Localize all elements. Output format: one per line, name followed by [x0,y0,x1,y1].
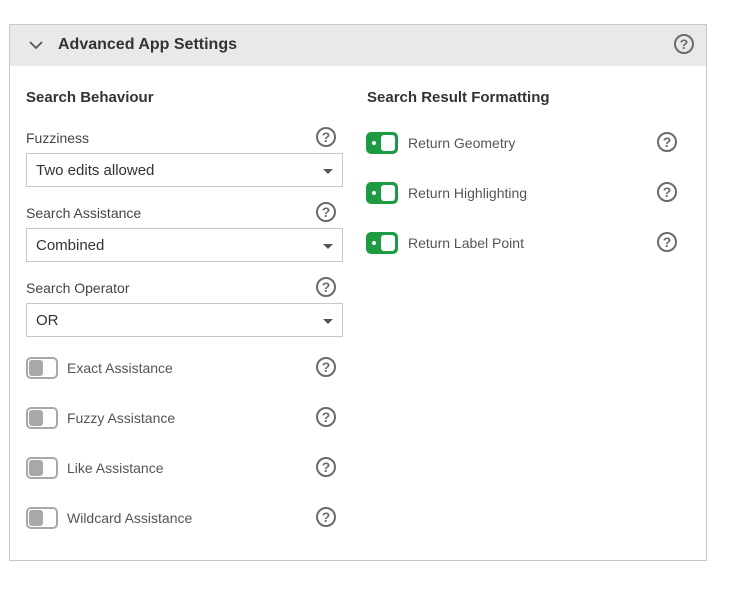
caret-down-icon [323,319,333,324]
wildcard-assistance-help[interactable]: ? [316,507,336,527]
question-circle-icon[interactable]: ? [316,357,336,377]
panel-title: Advanced App Settings [58,36,237,53]
question-circle-icon[interactable]: ? [316,127,336,147]
fuzzy-assistance-help[interactable]: ? [316,407,336,427]
search-behaviour-title: Search Behaviour [26,89,154,106]
fuzzy-assistance-toggle[interactable] [26,407,58,429]
question-circle-icon[interactable]: ? [316,457,336,477]
return-label-point-toggle[interactable] [366,232,398,254]
fuzziness-select[interactable]: Two edits allowed [26,153,343,187]
search-assistance-value: Combined [36,237,105,254]
search-assistance-help[interactable]: ? [316,202,336,222]
exact-assistance-label: Exact Assistance [67,360,173,376]
question-circle-icon[interactable]: ? [316,277,336,297]
caret-down-icon [323,244,333,249]
like-assistance-help[interactable]: ? [316,457,336,477]
search-operator-value: OR [36,312,59,329]
caret-down-icon [323,169,333,174]
question-circle-icon[interactable]: ? [657,132,677,152]
chevron-down-icon[interactable] [28,37,44,53]
search-operator-label: Search Operator [26,280,130,296]
return-label-point-label: Return Label Point [408,235,524,251]
exact-assistance-help[interactable]: ? [316,357,336,377]
return-highlighting-help[interactable]: ? [657,182,677,202]
like-assistance-toggle[interactable] [26,457,58,479]
question-circle-icon[interactable]: ? [316,507,336,527]
exact-assistance-toggle[interactable] [26,357,58,379]
return-geometry-help[interactable]: ? [657,132,677,152]
return-highlighting-toggle[interactable] [366,182,398,204]
return-highlighting-label: Return Highlighting [408,185,528,201]
search-operator-select[interactable]: OR [26,303,343,337]
search-assistance-select[interactable]: Combined [26,228,343,262]
wildcard-assistance-toggle[interactable] [26,507,58,529]
question-circle-icon[interactable]: ? [657,182,677,202]
advanced-app-settings-panel: Advanced App Settings ? Search Behaviour… [9,24,707,561]
question-circle-icon[interactable]: ? [316,202,336,222]
return-geometry-label: Return Geometry [408,135,516,151]
search-result-formatting-title: Search Result Formatting [367,89,550,106]
question-circle-icon[interactable]: ? [657,232,677,252]
search-assistance-label: Search Assistance [26,205,142,221]
wildcard-assistance-label: Wildcard Assistance [67,510,193,526]
header-help[interactable]: ? [674,34,694,54]
fuzzy-assistance-label: Fuzzy Assistance [67,410,176,426]
question-circle-icon[interactable]: ? [674,34,694,54]
return-label-point-help[interactable]: ? [657,232,677,252]
panel-header[interactable]: Advanced App Settings ? [10,25,706,66]
search-operator-help[interactable]: ? [316,277,336,297]
return-geometry-toggle[interactable] [366,132,398,154]
fuzziness-label: Fuzziness [26,130,90,146]
like-assistance-label: Like Assistance [67,460,164,476]
fuzziness-value: Two edits allowed [36,162,155,179]
question-circle-icon[interactable]: ? [316,407,336,427]
fuzziness-help[interactable]: ? [316,127,336,147]
